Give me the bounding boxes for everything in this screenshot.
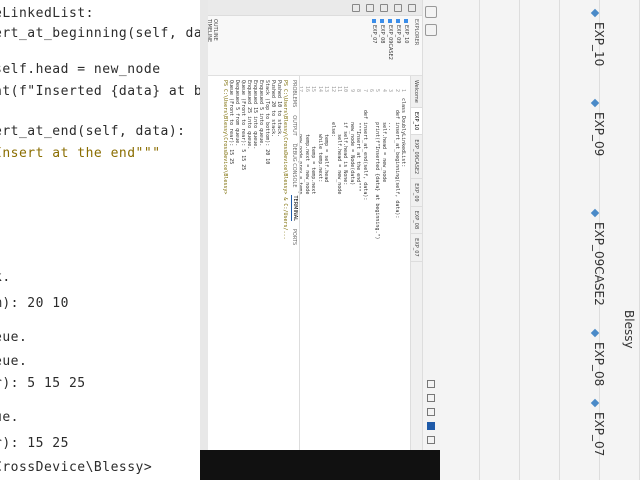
tab-exp10[interactable]: EXP_10	[411, 107, 422, 136]
code-line: 10 if self.head is None:	[342, 85, 349, 186]
window-controls	[427, 380, 436, 444]
explorer-title: EXPLORER	[413, 19, 419, 46]
bg-code-line: m): 20 10	[0, 296, 69, 311]
code-line: 5 print(f"Inserted {data} at beginning."…	[374, 88, 381, 240]
terminal-output[interactable]: PS C:\Users\Blessy\CrossDevice\Blessy> &…	[200, 76, 290, 450]
bg-code-line: self.head = new_node	[0, 62, 161, 77]
bg-code-line: ue.	[0, 410, 19, 425]
vscode-window: EXPLORER EXP_10 EXP_09 EXP_09CASE2 EXP_0…	[200, 0, 440, 450]
terminal-line: Queue (Front to rear): 15 25	[228, 80, 234, 165]
status-bar	[200, 0, 208, 450]
bg-code-line: eLinkedList:	[0, 6, 94, 21]
tab-ports[interactable]: PORTS	[292, 229, 298, 245]
backdrop-left-zoomed-code: eLinkedList: ert_at_beginning(self, data…	[0, 0, 200, 480]
maximize-icon[interactable]	[427, 422, 436, 430]
terminal-line: Pushed 20 to stack.	[270, 80, 276, 138]
tab-output[interactable]: OUTPUT	[292, 115, 298, 135]
python-file-icon	[404, 19, 408, 23]
backdrop-right-zoomed-tabs: EXP_10 EXP_09 EXP_09CASE2 EXP_08 EXP_07 …	[440, 0, 640, 480]
bg-code-line: r): 15 25	[0, 436, 69, 451]
bg-code-line: eue.	[0, 354, 28, 369]
code-line: 13 temp = self.head	[323, 85, 330, 183]
tab-exp07[interactable]: EXP_07	[411, 234, 422, 262]
terminal-line: Enqueued 25 into queue.	[246, 80, 252, 150]
code-line: 7 def insert_at_end(self, data):	[361, 88, 368, 201]
bg-code-line: ert_at_end(self, data):	[0, 124, 186, 139]
search-icon[interactable]	[394, 4, 402, 12]
source-control-icon[interactable]	[380, 4, 388, 12]
python-file-icon	[372, 19, 376, 23]
editor-tabs: Welcome EXP_10 EXP_09CASE2 EXP_09 EXP_08…	[410, 76, 422, 450]
terminal-line: Enqueued 15 into queue.	[252, 80, 258, 150]
outline-section[interactable]: OUTLINE	[212, 19, 218, 42]
code-line: 8 """Insert at the end"""	[355, 88, 362, 192]
layout-icon[interactable]	[427, 408, 436, 416]
bg-tab-label: EXP_07	[592, 412, 606, 457]
file-item[interactable]: EXP_09CASE2	[387, 19, 393, 72]
terminal-line: Stack (Top to bottom): 20 10	[264, 80, 270, 165]
layout-icon[interactable]	[427, 380, 436, 388]
bg-tab-label: EXP_09CASE2	[592, 222, 606, 306]
file-item[interactable]: EXP_09	[395, 19, 401, 72]
panel-tabs: PROBLEMS OUTPUT DEBUG CONSOLE TERMINAL P…	[290, 76, 300, 450]
tab-exp08[interactable]: EXP_08	[411, 206, 422, 235]
bg-code-line: nt(f"Inserted {data} at beginning.")	[0, 84, 200, 99]
code-line: 1 class DoublyLinkedList:	[400, 88, 406, 168]
code-line: 4 self.head = new_node	[380, 88, 387, 183]
tab-terminal[interactable]: TERMINAL	[291, 195, 298, 221]
bg-code-line: ert_at_beginning(self, data):	[0, 26, 200, 41]
menu-icon[interactable]	[425, 6, 438, 18]
layout-icon[interactable]	[427, 394, 436, 402]
rotated-screen: EXPLORER EXP_10 EXP_09 EXP_09CASE2 EXP_0…	[200, 0, 440, 450]
bg-code-line: CrossDevice\Blessy>	[0, 460, 153, 475]
file-item[interactable]: EXP_10	[403, 19, 409, 72]
code-line: 11 self.head = new_node	[335, 85, 342, 195]
file-item[interactable]: EXP_07	[371, 19, 377, 72]
code-line: 15 temp = temp.next	[310, 85, 317, 195]
bg-user-label: Blessy	[622, 310, 636, 349]
run-debug-icon[interactable]	[366, 4, 374, 12]
python-file-icon	[388, 19, 392, 23]
bg-code-line: eue.	[0, 330, 28, 345]
bg-code-line: k.	[0, 270, 11, 285]
bg-code-line: Insert at the end"""	[0, 146, 161, 161]
tab-problems[interactable]: PROBLEMS	[292, 80, 298, 107]
terminal-line: Enqueued 5 into queue.	[258, 80, 264, 147]
copilot-icon[interactable]	[425, 24, 438, 36]
code-line: 9 new_node = Node(data)	[348, 88, 355, 186]
close-icon[interactable]	[427, 436, 436, 444]
explorer-panel: EXPLORER EXP_10 EXP_09 EXP_09CASE2 EXP_0…	[200, 16, 422, 76]
title-bar	[422, 0, 440, 450]
terminal-line: Queue (Front to rear): 5 15 25	[240, 80, 246, 171]
bg-tab-label: EXP_09	[592, 112, 606, 157]
tab-exp09case2[interactable]: EXP_09CASE2	[411, 135, 422, 180]
bg-code-line: r): 5 15 25	[0, 376, 86, 391]
code-line: 14 while temp.next:	[316, 85, 323, 183]
code-editor[interactable]: 1 class DoublyLinkedList: 2 def insert_at…	[298, 76, 410, 450]
bg-tab-label: EXP_10	[592, 22, 606, 67]
code-line: 12 else:	[329, 85, 336, 138]
file-item[interactable]: EXP_08	[379, 19, 385, 72]
terminal-line: Dequeued 5 from queue.	[234, 80, 240, 147]
terminal-line: Pushed 10 to stack.	[276, 80, 282, 138]
tab-welcome[interactable]: Welcome	[411, 76, 422, 108]
code-line: 2 def insert_at_beginning(self, data):	[393, 88, 400, 219]
files-icon[interactable]	[408, 4, 416, 12]
code-line: 16 temp.next = new_node	[303, 85, 310, 195]
extensions-icon[interactable]	[352, 4, 360, 12]
tab-exp09[interactable]: EXP_09	[411, 179, 422, 207]
bottom-black-strip	[200, 450, 440, 480]
terminal-line: PS C:\Users\Blessy\CrossDevice\Blessy> &…	[282, 80, 288, 240]
python-file-icon	[396, 19, 400, 23]
activity-bar	[200, 0, 422, 16]
bg-tab-label: EXP_08	[592, 342, 606, 387]
terminal-line: PS C:\Users\Blessy\CrossDevice\Blessy>	[222, 80, 228, 195]
tab-debug-console[interactable]: DEBUG CONSOLE	[292, 144, 298, 188]
python-file-icon	[380, 19, 384, 23]
